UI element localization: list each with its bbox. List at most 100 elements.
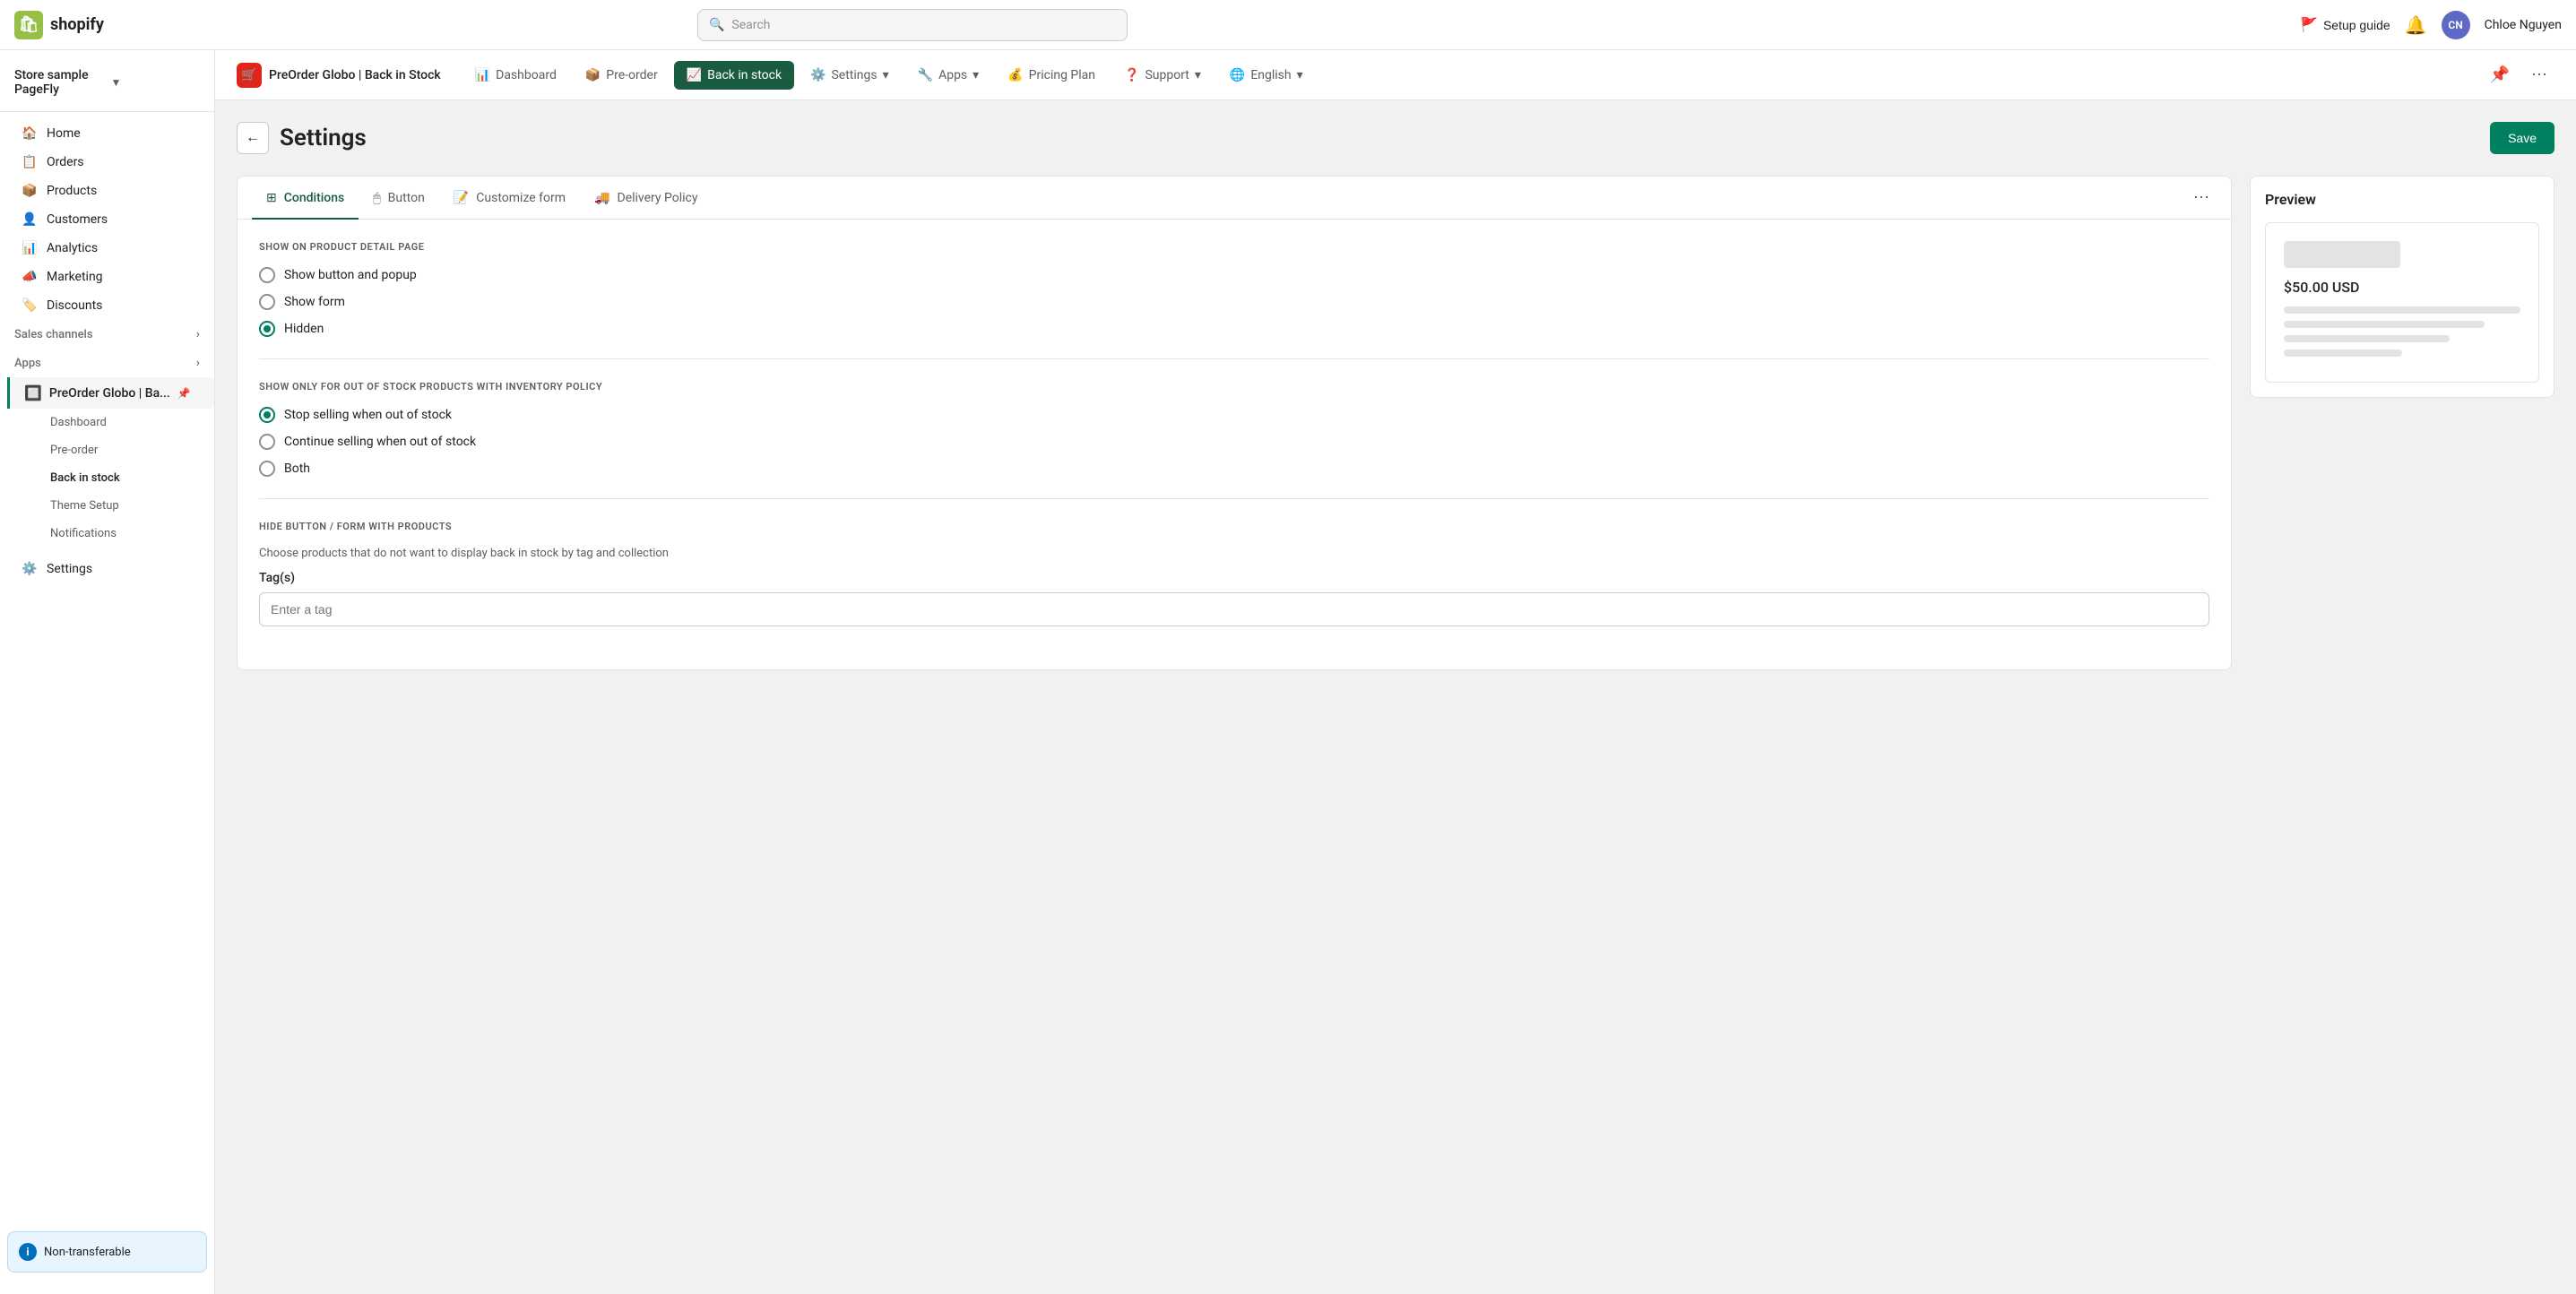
app-nav-settings[interactable]: ⚙️ Settings ▾ xyxy=(798,61,902,90)
radio-stop-selling[interactable]: Stop selling when out of stock xyxy=(259,407,2209,423)
apps-chevron-icon: ▾ xyxy=(972,68,979,82)
app-nav-backinstock[interactable]: 📈 Back in stock xyxy=(674,61,794,90)
apps-nav-icon: 🔧 xyxy=(918,68,933,82)
non-transferable-label: Non-transferable xyxy=(44,1246,131,1259)
radio-continue-selling-label: Continue selling when out of stock xyxy=(284,435,476,449)
customers-icon: 👤 xyxy=(22,212,38,227)
sidebar-discounts-label: Discounts xyxy=(47,298,102,313)
store-selector[interactable]: Store sample PageFly ▼ xyxy=(0,61,214,112)
show-on-product-radio-group: Show button and popup Show form Hidden xyxy=(259,267,2209,337)
radio-show-form-circle xyxy=(259,294,275,310)
topbar-right: 🚩 Setup guide 🔔 CN Chloe Nguyen xyxy=(2300,11,2562,39)
sidebar-home-label: Home xyxy=(47,126,81,141)
app-logo: 🛒 xyxy=(237,63,262,88)
home-icon: 🏠 xyxy=(22,126,38,141)
radio-both-label: Both xyxy=(284,462,310,476)
customize-form-tab-label: Customize form xyxy=(476,191,566,205)
app-nav-support[interactable]: ❓ Support ▾ xyxy=(1111,61,1214,90)
pin-button[interactable]: 📌 xyxy=(2483,62,2517,88)
search-bar[interactable]: 🔍 Search xyxy=(697,9,1128,41)
discounts-icon: 🏷️ xyxy=(22,298,38,313)
sidebar-products-label: Products xyxy=(47,184,97,198)
radio-show-button-popup-circle xyxy=(259,267,275,283)
radio-show-button-popup[interactable]: Show button and popup xyxy=(259,267,2209,283)
app-nav-english[interactable]: 🌐 English ▾ xyxy=(1217,61,1316,90)
sidebar-item-products[interactable]: 📦 Products xyxy=(7,177,207,205)
app-nav-preorder[interactable]: 📦 Pre-order xyxy=(573,61,670,90)
tab-more-button[interactable]: ⋯ xyxy=(2186,181,2217,214)
analytics-icon: 📊 xyxy=(22,241,38,255)
sidebar-sub-themesetup[interactable]: Theme Setup xyxy=(36,492,207,520)
app-nav-pricing[interactable]: 💰 Pricing Plan xyxy=(995,61,1108,90)
sidebar-item-orders[interactable]: 📋 Orders xyxy=(7,148,207,177)
sidebar-app-item[interactable]: 🔲 PreOrder Globo | Ba... 📌 xyxy=(7,377,214,409)
sales-channels-chevron-icon: › xyxy=(196,327,200,341)
sidebar-sub-preorder[interactable]: Pre-order xyxy=(36,436,207,464)
app-nav-dashboard[interactable]: 📊 Dashboard xyxy=(462,61,569,90)
preview-card: Preview $50.00 USD xyxy=(2250,176,2554,398)
apps-chevron-icon: › xyxy=(196,356,200,370)
more-options-button[interactable]: ⋯ xyxy=(2524,62,2554,88)
radio-continue-selling[interactable]: Continue selling when out of stock xyxy=(259,434,2209,450)
save-button[interactable]: Save xyxy=(2490,122,2554,154)
setup-guide-button[interactable]: 🚩 Setup guide xyxy=(2300,16,2390,34)
tab-conditions[interactable]: ⊞ Conditions xyxy=(252,177,359,220)
radio-both[interactable]: Both xyxy=(259,461,2209,477)
topbar: 🛍 shopify 🔍 Search 🚩 Setup guide 🔔 CN Ch… xyxy=(0,0,2576,50)
avatar: CN xyxy=(2442,11,2470,39)
two-col-layout: ⊞ Conditions 🖱 Button 📝 Customize form xyxy=(237,176,2554,670)
tab-customize-form[interactable]: 📝 Customize form xyxy=(439,177,580,220)
page-header: ← Settings Save xyxy=(237,122,2554,154)
preview-price: $50.00 USD xyxy=(2284,279,2520,296)
preview-inner: $50.00 USD xyxy=(2265,222,2539,383)
delivery-tab-icon: 🚚 xyxy=(594,191,609,205)
radio-show-button-popup-label: Show button and popup xyxy=(284,268,417,282)
sidebar-item-settings[interactable]: ⚙️ Settings xyxy=(7,555,207,583)
sales-channels-section[interactable]: Sales channels › xyxy=(0,320,214,349)
app-name-label: PreOrder Globo | Ba... xyxy=(49,386,170,401)
tab-delivery-policy[interactable]: 🚚 Delivery Policy xyxy=(580,177,712,220)
setup-guide-label: Setup guide xyxy=(2323,18,2390,32)
tab-button[interactable]: 🖱 Button xyxy=(359,177,439,220)
radio-show-form[interactable]: Show form xyxy=(259,294,2209,310)
app-nav-apps[interactable]: 🔧 Apps ▾ xyxy=(905,61,992,90)
sidebar-item-customers[interactable]: 👤 Customers xyxy=(7,205,207,234)
sidebar-sub-backinstock[interactable]: Back in stock xyxy=(36,464,207,492)
tag-input[interactable] xyxy=(259,592,2209,626)
sidebar-sub-notifications[interactable]: Notifications xyxy=(36,520,207,548)
sidebar-item-analytics[interactable]: 📊 Analytics xyxy=(7,234,207,263)
settings-icon: ⚙️ xyxy=(22,562,38,576)
settings-nav-icon: ⚙️ xyxy=(810,68,826,82)
sidebar-item-home[interactable]: 🏠 Home xyxy=(7,119,207,148)
backinstock-nav-label: Back in stock xyxy=(707,68,782,82)
settings-chevron-icon: ▾ xyxy=(883,68,889,82)
sidebar-settings-label: Settings xyxy=(47,562,92,576)
radio-hidden[interactable]: Hidden xyxy=(259,321,2209,337)
notification-bell-icon[interactable]: 🔔 xyxy=(2405,14,2427,36)
tabs-bar: ⊞ Conditions 🖱 Button 📝 Customize form xyxy=(238,177,2231,220)
sidebar-analytics-label: Analytics xyxy=(47,241,98,255)
radio-stop-selling-label: Stop selling when out of stock xyxy=(284,408,452,422)
sidebar-item-discounts[interactable]: 🏷️ Discounts xyxy=(7,291,207,320)
back-button[interactable]: ← xyxy=(237,122,269,154)
radio-continue-selling-circle xyxy=(259,434,275,450)
show-only-out-of-stock-section: SHOW ONLY FOR OUT OF STOCK PRODUCTS WITH… xyxy=(259,381,2209,477)
sidebar: Store sample PageFly ▼ 🏠 Home 📋 Orders 📦… xyxy=(0,50,215,1294)
layout: Store sample PageFly ▼ 🏠 Home 📋 Orders 📦… xyxy=(0,50,2576,1294)
apps-section[interactable]: Apps › xyxy=(0,349,214,377)
tag-label: Tag(s) xyxy=(259,571,2209,585)
sidebar-sub-dashboard[interactable]: Dashboard xyxy=(36,409,207,436)
sub-notifications-label: Notifications xyxy=(50,527,117,540)
hide-button-title: HIDE BUTTON / FORM WITH PRODUCTS xyxy=(259,521,2209,532)
hide-button-section: HIDE BUTTON / FORM WITH PRODUCTS Choose … xyxy=(259,521,2209,626)
settings-panel: ⊞ Conditions 🖱 Button 📝 Customize form xyxy=(237,176,2232,670)
dashboard-nav-icon: 📊 xyxy=(475,68,490,82)
sidebar-orders-label: Orders xyxy=(47,155,84,169)
search-icon: 🔍 xyxy=(709,18,724,32)
user-name: Chloe Nguyen xyxy=(2485,18,2562,32)
out-of-stock-radio-group: Stop selling when out of stock Continue … xyxy=(259,407,2209,477)
sidebar-item-marketing[interactable]: 📣 Marketing xyxy=(7,263,207,291)
app-grid-icon: 🔲 xyxy=(24,384,42,401)
sidebar-customers-label: Customers xyxy=(47,212,108,227)
settings-nav-label: Settings xyxy=(831,68,877,82)
